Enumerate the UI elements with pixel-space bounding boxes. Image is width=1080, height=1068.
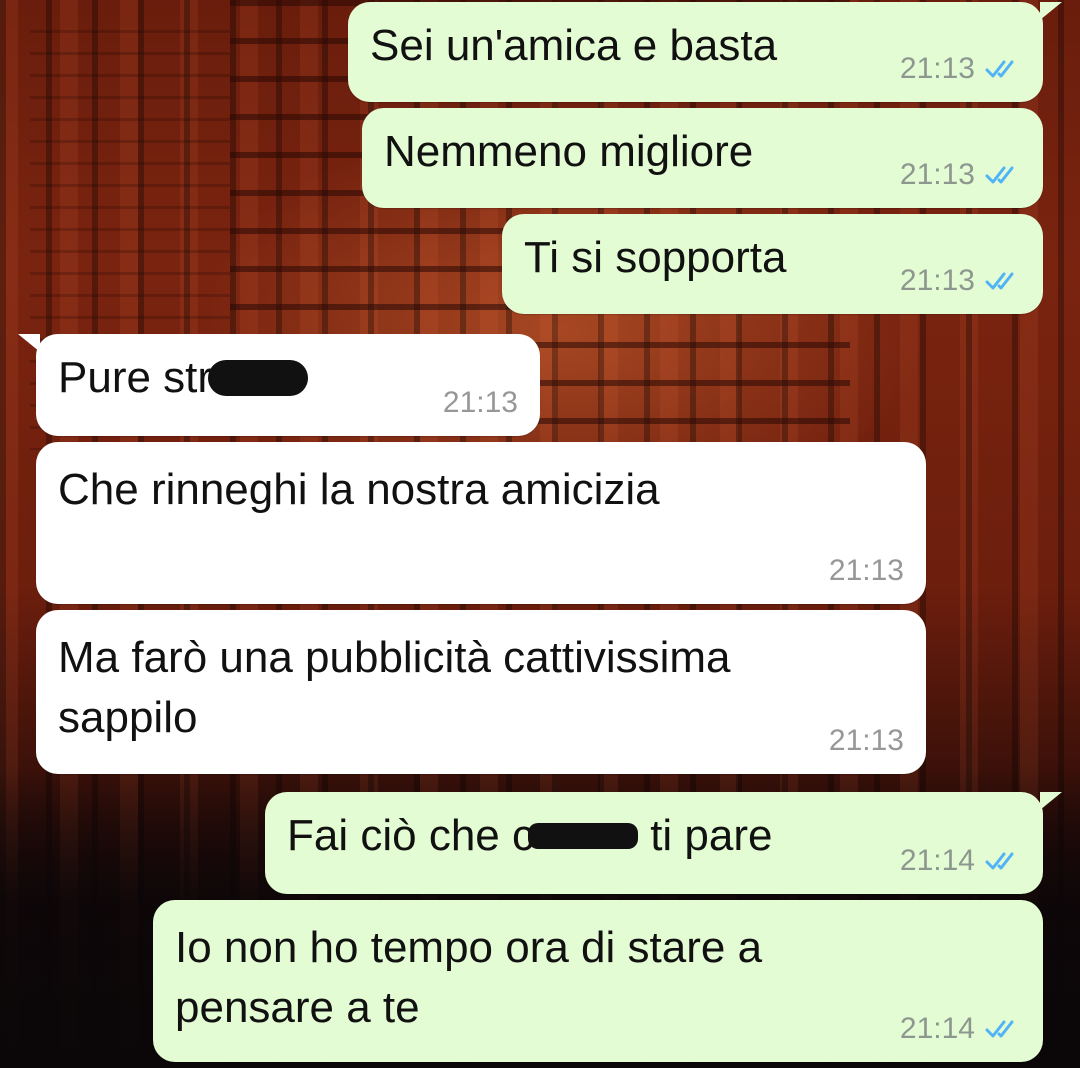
redaction-mark: [527, 823, 638, 850]
message-line: sappilo: [58, 693, 198, 742]
message-time: 21:14: [899, 844, 975, 877]
message-line: pensare a te: [175, 983, 420, 1032]
incoming-message[interactable]: Che rinneghi la nostra amicizia 21:13: [36, 442, 926, 604]
message-text: Ma farò una pubblicità cattivissima sapp…: [58, 628, 731, 748]
message-time: 21:13: [442, 386, 518, 419]
message-meta: 21:13: [829, 556, 904, 586]
message-text: Io non ho tempo ora di stare a pensare a…: [175, 918, 762, 1038]
incoming-message[interactable]: Pure str 21:13: [36, 334, 540, 436]
message-meta: 21:14: [900, 846, 1025, 876]
outgoing-message[interactable]: Nemmeno migliore 21:13: [362, 108, 1043, 208]
bubble-tail: [1040, 792, 1062, 810]
message-meta: 21:14: [900, 1014, 1025, 1044]
bubble-tail: [1040, 2, 1062, 20]
double-check-icon: [985, 60, 1014, 78]
outgoing-message[interactable]: Ti si sopporta 21:13: [502, 214, 1043, 314]
message-text-start: Pure str: [58, 353, 213, 402]
message-line: Ma farò una pubblicità cattivissima: [58, 633, 731, 682]
message-time: 21:13: [828, 554, 904, 587]
message-text: Pure str: [58, 348, 309, 408]
incoming-message[interactable]: Ma farò una pubblicità cattivissima sapp…: [36, 610, 926, 774]
message-text: Nemmeno migliore: [384, 127, 754, 176]
message-text: Ti si sopporta: [524, 233, 787, 282]
message-time: 21:14: [899, 1012, 975, 1045]
message-meta: 21:13: [443, 388, 518, 418]
message-text: Fai ciò che c ti pare: [287, 806, 773, 866]
outgoing-message[interactable]: Sei un'amica e basta 21:13: [348, 2, 1043, 102]
double-check-icon: [985, 1020, 1014, 1038]
message-text-end: ti pare: [637, 811, 773, 860]
message-time: 21:13: [899, 264, 975, 297]
message-meta: 21:13: [900, 266, 1025, 296]
outgoing-message[interactable]: Io non ho tempo ora di stare a pensare a…: [153, 900, 1043, 1062]
message-text: Sei un'amica e basta: [370, 21, 778, 70]
message-meta: 21:13: [829, 726, 904, 756]
message-time: 21:13: [899, 52, 975, 85]
message-time: 21:13: [828, 724, 904, 757]
double-check-icon: [985, 272, 1014, 290]
message-text-start: Fai ciò che c: [287, 811, 534, 860]
outgoing-message[interactable]: Fai ciò che c ti pare 21:14: [265, 792, 1043, 894]
message-meta: 21:13: [900, 54, 1025, 84]
message-line: Io non ho tempo ora di stare a: [175, 923, 763, 972]
message-meta: 21:13: [900, 160, 1025, 190]
double-check-icon: [985, 166, 1014, 184]
redaction-mark: [208, 360, 309, 397]
message-list[interactable]: Sei un'amica e basta 21:13 Nemmeno migli…: [0, 0, 1080, 1068]
double-check-icon: [985, 852, 1014, 870]
message-time: 21:13: [899, 158, 975, 191]
message-text: Che rinneghi la nostra amicizia: [58, 465, 660, 514]
